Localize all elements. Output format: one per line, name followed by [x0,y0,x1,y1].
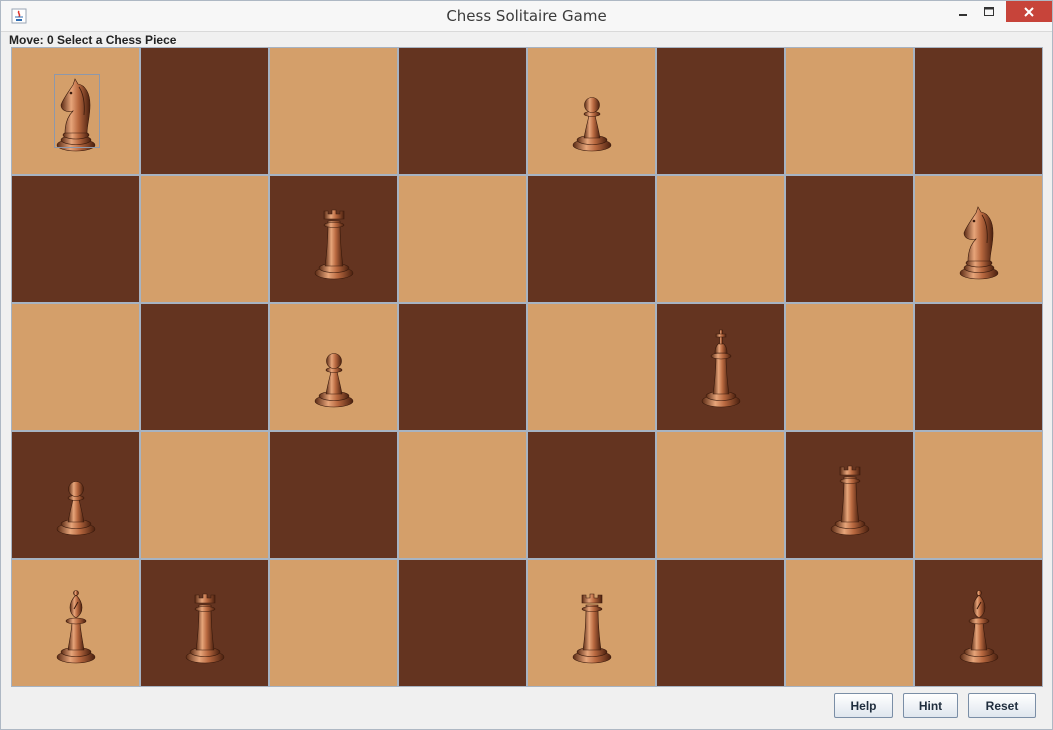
king-piece-icon[interactable] [696,325,746,409]
board-square-r4c1[interactable] [140,559,269,687]
pawn-piece-icon[interactable] [567,69,617,153]
rook-piece-icon[interactable] [567,581,617,665]
knight-piece-icon[interactable] [954,197,1004,281]
pawn-piece-icon[interactable] [51,453,101,537]
maximize-icon [984,6,994,16]
board-square-r1c1[interactable] [140,175,269,303]
board-square-r0c2[interactable] [269,47,398,175]
board-square-r4c2[interactable] [269,559,398,687]
board-square-r1c4[interactable] [527,175,656,303]
close-button[interactable] [1006,1,1052,22]
board-square-r1c6[interactable] [785,175,914,303]
board-square-r4c5[interactable] [656,559,785,687]
board-square-r3c3[interactable] [398,431,527,559]
board-square-r1c0[interactable] [11,175,140,303]
board-square-r4c7[interactable] [914,559,1043,687]
board-square-r1c3[interactable] [398,175,527,303]
pawn-piece-icon[interactable] [309,325,359,409]
board-square-r1c5[interactable] [656,175,785,303]
board-square-r2c3[interactable] [398,303,527,431]
title-bar[interactable]: Chess Solitaire Game [1,1,1052,32]
board-square-r0c3[interactable] [398,47,527,175]
board-square-r0c7[interactable] [914,47,1043,175]
board-square-r0c5[interactable] [656,47,785,175]
maximize-button[interactable] [976,1,1002,22]
board-square-r0c6[interactable] [785,47,914,175]
rook-piece-icon[interactable] [825,453,875,537]
board-square-r3c1[interactable] [140,431,269,559]
board-square-r2c4[interactable] [527,303,656,431]
chess-board [11,47,1043,687]
minimize-button[interactable] [950,1,976,22]
board-square-r0c1[interactable] [140,47,269,175]
app-window: Chess Solitaire Game Move: 0 Select a Ch… [0,0,1053,730]
board-square-r3c2[interactable] [269,431,398,559]
board-square-r3c0[interactable] [11,431,140,559]
window-title: Chess Solitaire Game [446,7,607,25]
reset-button[interactable]: Reset [968,693,1036,718]
hint-button[interactable]: Hint [903,693,958,718]
selection-highlight [54,74,100,148]
bishop-piece-icon[interactable] [51,581,101,665]
board-square-r4c3[interactable] [398,559,527,687]
bishop-piece-icon[interactable] [954,581,1004,665]
board-square-r4c4[interactable] [527,559,656,687]
button-bar: Help Hint Reset [1,693,1052,719]
rook-piece-icon[interactable] [309,197,359,281]
board-square-r2c2[interactable] [269,303,398,431]
board-square-r4c0[interactable] [11,559,140,687]
help-button[interactable]: Help [834,693,893,718]
board-square-r4c6[interactable] [785,559,914,687]
board-square-r3c4[interactable] [527,431,656,559]
board-square-r0c0[interactable] [11,47,140,175]
board-square-r2c1[interactable] [140,303,269,431]
rook-piece-icon[interactable] [180,581,230,665]
close-icon [1024,6,1034,17]
minimize-icon [959,13,967,16]
board-square-r2c6[interactable] [785,303,914,431]
board-square-r1c7[interactable] [914,175,1043,303]
status-label: Move: 0 Select a Chess Piece [9,33,177,47]
board-square-r0c4[interactable] [527,47,656,175]
board-square-r2c0[interactable] [11,303,140,431]
board-square-r2c7[interactable] [914,303,1043,431]
board-square-r3c5[interactable] [656,431,785,559]
board-square-r3c7[interactable] [914,431,1043,559]
board-square-r3c6[interactable] [785,431,914,559]
board-square-r2c5[interactable] [656,303,785,431]
board-square-r1c2[interactable] [269,175,398,303]
